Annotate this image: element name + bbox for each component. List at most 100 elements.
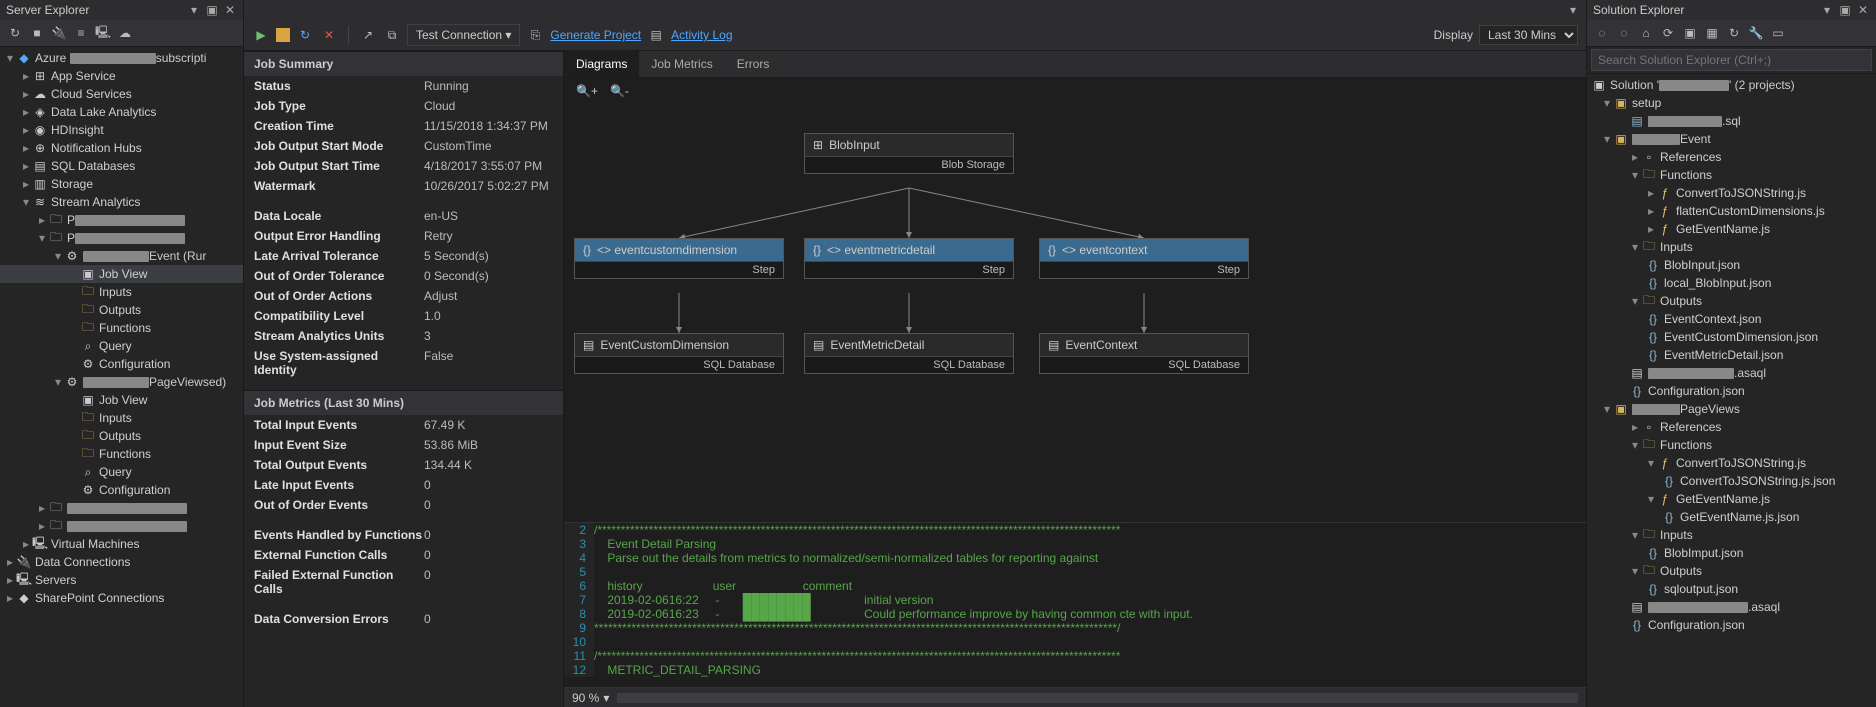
step-ecd-node[interactable]: {}<> eventcustomdimensionStep [574, 238, 784, 279]
cloud-icon[interactable]: ☁ [116, 24, 134, 42]
back-icon[interactable]: ◌ [1593, 24, 1611, 42]
data-connections-node[interactable]: ▸🔌Data Connections [0, 553, 243, 571]
blob-input-node[interactable]: ⊞BlobInput Blob Storage [804, 133, 1014, 174]
app-service-node[interactable]: ▸⊞App Service [0, 67, 243, 85]
query-node[interactable]: ⌕Query [0, 337, 243, 355]
outputs-node[interactable]: 🗀Outputs [0, 301, 243, 319]
refresh-icon[interactable]: ↻ [6, 24, 24, 42]
config-file-node[interactable]: {}Configuration.json [1587, 382, 1876, 400]
tab-errors[interactable]: Errors [725, 51, 782, 77]
convert-json-node[interactable]: ▸ƒConvertToJSONString.js [1587, 184, 1876, 202]
preview-icon[interactable]: ▭ [1769, 24, 1787, 42]
convert-json-json-node[interactable]: {}ConvertToJSONString.js.json [1587, 472, 1876, 490]
virtual-machines-node[interactable]: ▸🖳Virtual Machines [0, 535, 243, 553]
dropdown-icon[interactable]: ▾ [1820, 3, 1834, 17]
pageviews-project-node[interactable]: ▾▣PageViews [1587, 400, 1876, 418]
solution-node[interactable]: ▣Solution '' (2 projects) [1587, 76, 1876, 94]
event-project-node[interactable]: ▾▣Event [1587, 130, 1876, 148]
diagram-canvas[interactable]: 🔍+🔍- ⊞BlobInput Blob Stora [564, 78, 1586, 522]
hdinsight-node[interactable]: ▸◉HDInsight [0, 121, 243, 139]
server-explorer-tree[interactable]: ▾◆Azure subscripti ▸⊞App Service ▸☁Cloud… [0, 47, 243, 707]
close-icon[interactable]: ✕ [1856, 3, 1870, 17]
outputs-folder-node[interactable]: ▾🗀Outputs [1587, 292, 1876, 310]
servers-node[interactable]: ▸🖳Servers [0, 571, 243, 589]
functions-node-2[interactable]: 🗀Functions [0, 445, 243, 463]
sa-sub2[interactable]: ▾🗀P [0, 229, 243, 247]
home-icon[interactable]: ⌂ [1637, 24, 1655, 42]
display-select[interactable]: Last 30 Mins [1479, 25, 1578, 45]
collapse-icon[interactable]: ▣ [1681, 24, 1699, 42]
stop-icon[interactable]: ■ [28, 24, 46, 42]
get-event-node-2[interactable]: ▾ƒGetEventName.js [1587, 490, 1876, 508]
get-event-node[interactable]: ▸ƒGetEventName.js [1587, 220, 1876, 238]
event-context-file[interactable]: {}EventContext.json [1587, 310, 1876, 328]
asaql-file-node-2[interactable]: ▤.asaql [1587, 598, 1876, 616]
out-emd-node[interactable]: ▤EventMetricDetailSQL Database [804, 333, 1014, 374]
pin-icon[interactable]: ▣ [1838, 3, 1852, 17]
sa-sub1[interactable]: ▸🗀P [0, 211, 243, 229]
config-file-node-2[interactable]: {}Configuration.json [1587, 616, 1876, 634]
convert-json-node-2[interactable]: ▾ƒConvertToJSONString.js [1587, 454, 1876, 472]
sa-sub4[interactable]: ▸🗀 [0, 517, 243, 535]
stream-analytics-node[interactable]: ▾≋Stream Analytics [0, 193, 243, 211]
storage-node[interactable]: ▸▥Storage [0, 175, 243, 193]
pin-icon[interactable]: ▣ [205, 3, 219, 17]
query-editor[interactable]: 2/**************************************… [564, 522, 1586, 687]
zoom-in-icon[interactable]: 🔍+ [576, 84, 598, 98]
outputs-folder-node-2[interactable]: ▾🗀Outputs [1587, 562, 1876, 580]
sql-databases-node[interactable]: ▸▤SQL Databases [0, 157, 243, 175]
horizontal-scrollbar[interactable] [617, 693, 1578, 703]
step-ec-node[interactable]: {}<> eventcontextStep [1039, 238, 1249, 279]
notification-hubs-node[interactable]: ▸⊕Notification Hubs [0, 139, 243, 157]
sharepoint-node[interactable]: ▸◆SharePoint Connections [0, 589, 243, 607]
functions-node[interactable]: 🗀Functions [0, 319, 243, 337]
query-node-2[interactable]: ⌕Query [0, 463, 243, 481]
solution-tree[interactable]: ▣Solution '' (2 projects) ▾▣setup ▤.sql … [1587, 74, 1876, 707]
open-icon[interactable]: ↗ [359, 26, 377, 44]
cloud-services-node[interactable]: ▸☁Cloud Services [0, 85, 243, 103]
functions-folder-node[interactable]: ▾🗀Functions [1587, 166, 1876, 184]
references-node-2[interactable]: ▸▫References [1587, 418, 1876, 436]
setup-project-node[interactable]: ▾▣setup [1587, 94, 1876, 112]
event-metric-file[interactable]: {}EventMetricDetail.json [1587, 346, 1876, 364]
connect-icon[interactable]: 🔌 [50, 24, 68, 42]
job-view-node[interactable]: ▣Job View [0, 265, 243, 283]
inputs-node-2[interactable]: 🗀Inputs [0, 409, 243, 427]
functions-folder-node-2[interactable]: ▾🗀Functions [1587, 436, 1876, 454]
properties-icon[interactable]: 🔧 [1747, 24, 1765, 42]
copy-icon[interactable]: ⧉ [383, 26, 401, 44]
event-custom-dim-file[interactable]: {}EventCustomDimension.json [1587, 328, 1876, 346]
sqloutput-file[interactable]: {}sqloutput.json [1587, 580, 1876, 598]
out-ec-node[interactable]: ▤EventContextSQL Database [1039, 333, 1249, 374]
refresh-icon[interactable]: ↻ [1725, 24, 1743, 42]
zoom-out-icon[interactable]: 🔍- [610, 84, 629, 98]
local-blob-file[interactable]: {}local_BlobInput.json [1587, 274, 1876, 292]
inputs-folder-node[interactable]: ▾🗀Inputs [1587, 238, 1876, 256]
fwd-icon[interactable]: ◌ [1615, 24, 1633, 42]
tab-job-metrics[interactable]: Job Metrics [639, 51, 724, 77]
configuration-node[interactable]: ⚙Configuration [0, 355, 243, 373]
test-connection-button[interactable]: Test Connection ▾ [407, 24, 520, 46]
show-all-icon[interactable]: ▦ [1703, 24, 1721, 42]
sql-file-node[interactable]: ▤.sql [1587, 112, 1876, 130]
asaql-file-node[interactable]: ▤.asaql [1587, 364, 1876, 382]
refresh-icon[interactable]: ↻ [296, 26, 314, 44]
inputs-node[interactable]: 🗀Inputs [0, 283, 243, 301]
inputs-folder-node-2[interactable]: ▾🗀Inputs [1587, 526, 1876, 544]
activity-log-link[interactable]: Activity Log [671, 28, 732, 42]
db-icon[interactable]: ≡ [72, 24, 90, 42]
solution-search-input[interactable] [1591, 49, 1872, 71]
blob-input-file[interactable]: {}BlobInput.json [1587, 256, 1876, 274]
tab-diagrams[interactable]: Diagrams [564, 51, 639, 77]
pageviews-job-node[interactable]: ▾⚙PageViewsed) [0, 373, 243, 391]
dropdown-icon[interactable]: ▾ [1566, 3, 1580, 17]
generate-project-link[interactable]: Generate Project [550, 28, 641, 42]
close-icon[interactable]: ✕ [223, 3, 237, 17]
sync-icon[interactable]: ⟳ [1659, 24, 1677, 42]
event-job-node[interactable]: ▾⚙Event (Rur [0, 247, 243, 265]
sa-sub3[interactable]: ▸🗀 [0, 499, 243, 517]
data-lake-node[interactable]: ▸◈Data Lake Analytics [0, 103, 243, 121]
azure-node[interactable]: ▾◆Azure subscripti [0, 49, 243, 67]
job-view-node-2[interactable]: ▣Job View [0, 391, 243, 409]
outputs-node-2[interactable]: 🗀Outputs [0, 427, 243, 445]
